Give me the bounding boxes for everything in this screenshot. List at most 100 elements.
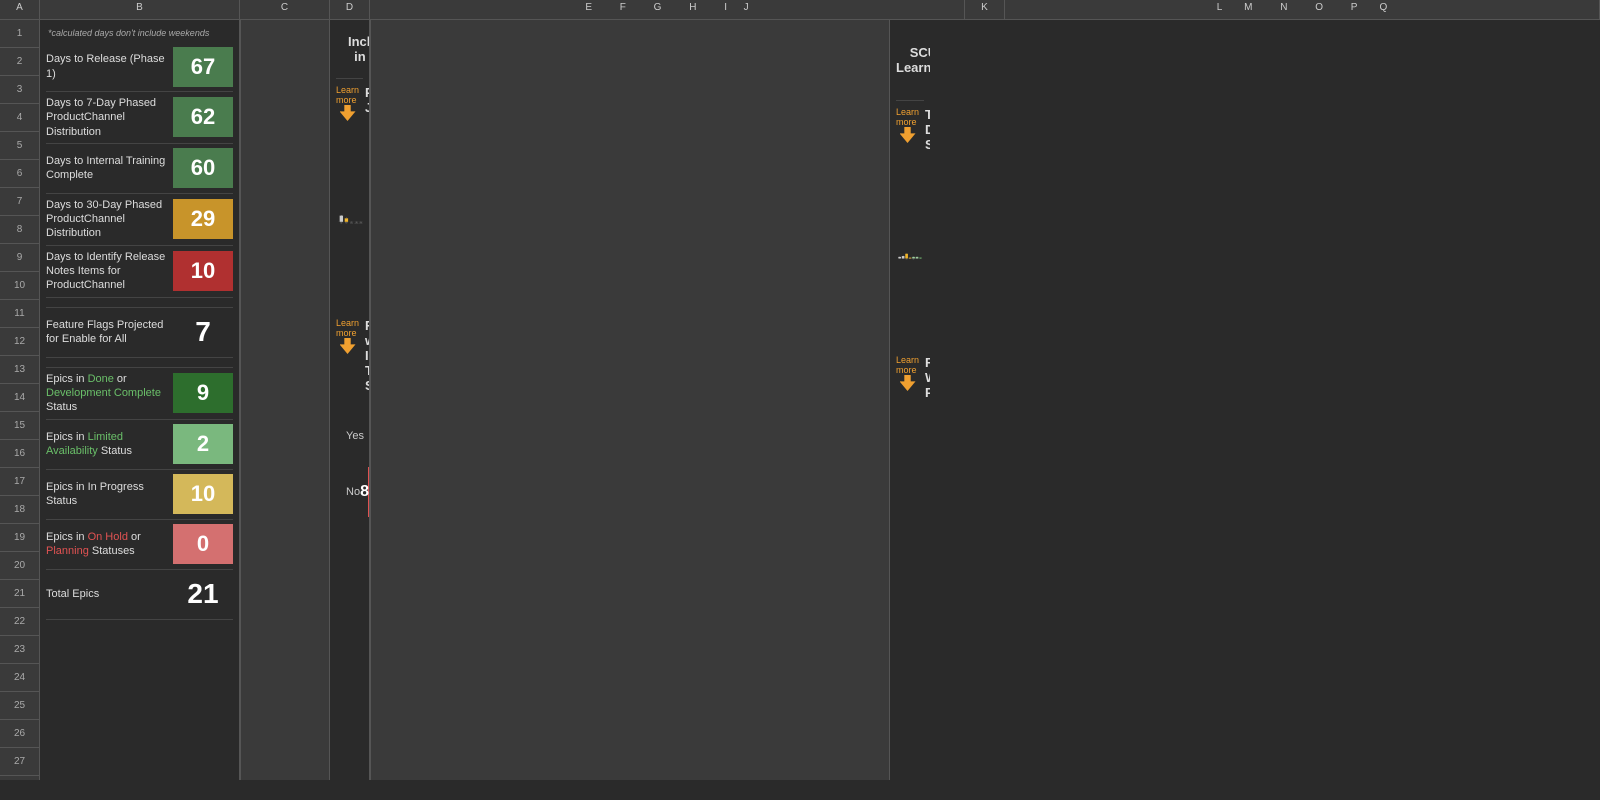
bar-label-0c: 0 xyxy=(361,220,362,222)
col-header-efghi: E F G H I J xyxy=(370,0,965,19)
learn-more-pc-jiras[interactable]: Learn more xyxy=(336,85,359,121)
metric-row-epics-done: Epics in Done or Development Complete St… xyxy=(46,368,233,420)
metric-row-7day: Days to 7-Day Phased ProductChannel Dist… xyxy=(46,92,233,144)
svg-text:with Release EPICs: with Release EPICs xyxy=(355,223,359,224)
svg-text:2: 2 xyxy=(917,256,918,257)
col-header-b: B xyxy=(40,0,240,19)
metric-value-training: 60 xyxy=(173,148,233,188)
yes-bar-label: Yes xyxy=(346,430,364,442)
metric-label-epics-inprogress: Epics in In Progress Status xyxy=(46,480,173,509)
svg-text:Associated: Associated xyxy=(355,222,358,223)
metric-value-release-notes: 10 xyxy=(173,251,233,291)
metric-value-7day: 62 xyxy=(173,97,233,137)
pc-jiras-bar-chart-svg: 21 12 0 0 0 EPICs in Current Re xyxy=(336,129,363,309)
scu-label: SCULearning xyxy=(896,45,930,75)
metric-row-epics-onhold: Epics in On Hold or Planning Statuses 0 xyxy=(46,520,233,570)
bar-draft xyxy=(905,254,908,259)
svg-text:6: 6 xyxy=(906,252,907,253)
charts-right-panel: SCULearning EPICs in Current Release 21 … xyxy=(890,20,930,780)
metric-label-epics-done: Epics in Done or Development Complete St… xyxy=(46,372,173,415)
include-pc-label: Includein PC xyxy=(336,26,370,72)
learn-more-arrow-icon xyxy=(340,105,356,121)
col-header-k: K xyxy=(965,0,1005,19)
svg-text:1: 1 xyxy=(910,256,911,257)
learn-more-training[interactable]: Learn more xyxy=(336,318,359,354)
svg-text:2: 2 xyxy=(913,256,914,257)
metric-value-epics-limited: 2 xyxy=(173,424,233,464)
metric-label-epics-limited: Epics in Limited Availability Status xyxy=(46,430,173,459)
metric-value-epics-inprogress: 10 xyxy=(173,474,233,514)
metric-label-7day: Days to 7-Day Phased ProductChannel Dist… xyxy=(46,96,173,139)
learn-more-training-doc[interactable]: Learn more xyxy=(896,107,919,143)
scu-summary-bar: SCULearning EPICs in Current Release 21 … xyxy=(896,26,924,101)
metric-label-total-epics: Total Epics xyxy=(46,587,173,601)
svg-text:'Ready for: 'Ready for xyxy=(350,222,353,223)
col-header-lmnopq: L M N O P Q xyxy=(1005,0,1600,19)
learn-more-arrow-training-icon xyxy=(340,338,356,354)
metric-label-30day: Days to 30-Day Phased ProductChannel Dis… xyxy=(46,198,173,241)
bar-epics-current xyxy=(340,216,343,222)
metric-row-feature-flags: Feature Flags Projected for Enable for A… xyxy=(46,308,233,358)
horiz-bar-yes: Yes 13 xyxy=(346,411,353,461)
metric-row-total-epics: Total Epics 21 xyxy=(46,570,233,620)
training-scheduled-header: Learn more Features with Internal Traini… xyxy=(336,318,363,401)
learn-more-feature-weights[interactable]: Learn more xyxy=(896,355,919,391)
metric-row-release-notes: Days to Identify Release Notes Items for… xyxy=(46,246,233,298)
metric-value-epics-done: 9 xyxy=(173,373,233,413)
bar-sme xyxy=(909,258,912,259)
feature-weights-content: 5 1 1 7 4-Mega(tron) Feature 3-Maj xyxy=(896,414,924,614)
learn-more-arrow-weights-icon xyxy=(900,375,916,391)
left-metrics-panel: *calculated days don't include weekends … xyxy=(40,20,240,780)
horiz-bar-area: Yes 13 No 8 xyxy=(336,407,363,538)
metric-label-release-notes: Days to Identify Release Notes Items for… xyxy=(46,250,173,293)
svg-text:Progress: Progress xyxy=(906,259,908,260)
metric-row-training: Days to Internal Training Complete 60 xyxy=(46,144,233,194)
learn-more-arrow-doc-icon xyxy=(900,127,916,143)
metric-row-epics-limited: Epics in Limited Availability Status 2 xyxy=(46,420,233,470)
bar-label-0a: 0 xyxy=(351,220,352,222)
svg-text:Include' but PC: Include' but PC xyxy=(359,223,363,224)
metric-label-feature-flags: Feature Flags Projected for Enable for A… xyxy=(46,318,173,347)
metric-value-epics-onhold: 0 xyxy=(173,524,233,564)
column-headers: A B C D E F G H I J K L M N O P Q xyxy=(0,0,1600,20)
metric-row-days-release: Days to Release (Phase 1) 67 xyxy=(46,42,233,92)
metric-label-epics-onhold: Epics in On Hold or Planning Statuses xyxy=(46,530,173,559)
pc-jiras-chart-header: Learn more ProductChannel Jiras Created xyxy=(336,85,363,123)
svg-text:as 'Include in: as 'Include in xyxy=(345,222,348,223)
training-scheduled-chart: Learn more Features with Internal Traini… xyxy=(336,318,363,538)
calc-note: *calculated days don't include weekends xyxy=(46,24,233,42)
right-divider-col xyxy=(370,20,890,780)
training-doc-bar-chart-svg: 2 3 6 1 2 2 xyxy=(896,166,924,346)
feature-weights-header: Learn more Feature Weights for ProductCh… xyxy=(896,355,924,408)
divider-col xyxy=(240,20,330,780)
svg-text:'Do Not: 'Do Not xyxy=(360,222,362,223)
svg-text:2: 2 xyxy=(899,256,900,257)
horiz-bar-no: No 8 xyxy=(346,467,353,517)
metric-row-30day: Days to 30-Day Phased ProductChannel Dis… xyxy=(46,194,233,246)
col-header-a: A xyxy=(0,0,40,19)
svg-text:1: 1 xyxy=(920,256,921,257)
training-doc-title: Training Documentation Status xyxy=(925,107,930,152)
metric-label-training: Days to Internal Training Complete xyxy=(46,154,173,183)
metric-value-feature-flags: 7 xyxy=(173,312,233,352)
metric-value-total-epics: 21 xyxy=(173,574,233,614)
bar-researching xyxy=(902,256,905,258)
training-doc-header: Learn more Training Documentation Status xyxy=(896,107,924,160)
svg-text:Review' status: Review' status xyxy=(350,223,354,224)
svg-text:Release: Release xyxy=(341,223,343,224)
feature-weights-chart: Learn more Feature Weights for ProductCh… xyxy=(896,355,924,614)
bar-done xyxy=(919,258,922,259)
metric-value-days-release: 67 xyxy=(173,47,233,87)
pc-jiras-chart: Learn more ProductChannel Jiras Created … xyxy=(336,85,363,312)
no-bar-value: 8 xyxy=(360,483,369,501)
svg-text:3: 3 xyxy=(903,255,904,256)
bar-copy-edit xyxy=(912,257,915,259)
top-summary-bar: Includein PC Yes 12 No 0 Uncategorized 9 xyxy=(336,26,363,79)
col-header-d: D xyxy=(330,0,370,19)
svg-text:PC (GA)': PC (GA)' xyxy=(346,223,349,224)
feature-weights-title: Feature Weights for ProductChannel xyxy=(925,355,930,400)
metric-value-30day: 29 xyxy=(173,199,233,239)
charts-left-panel: Includein PC Yes 12 No 0 Uncategorized 9 xyxy=(330,20,370,780)
metric-row-epics-inprogress: Epics in In Progress Status 10 xyxy=(46,470,233,520)
metric-label-days-release: Days to Release (Phase 1) xyxy=(46,52,173,81)
